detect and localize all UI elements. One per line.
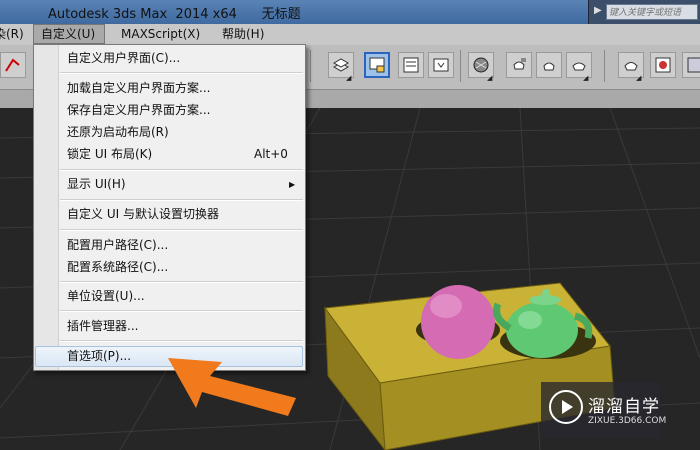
menu-item-revert-startup-layout[interactable]: 还原为启动布局(R) (67, 122, 169, 142)
menu-bar (0, 24, 700, 46)
menu-icon-gutter (34, 45, 59, 370)
search-expand-icon[interactable]: ▶ (594, 5, 602, 16)
submenu-arrow-icon: ▶ (289, 180, 296, 189)
window-title: Autodesk 3ds Max 2014 x64 无标题 (48, 7, 301, 22)
menu-help[interactable]: 帮助(H) (222, 25, 264, 44)
menu-item-configure-user-paths[interactable]: 配置用户路径(C)... (67, 235, 168, 255)
watermark-url: ZIXUE.3D66.COM (588, 416, 667, 426)
menu-item-lock-ui-layout[interactable]: 锁定 UI 布局(K) (67, 144, 152, 164)
menu-separator (60, 169, 303, 171)
layer-manager-icon[interactable] (398, 52, 424, 78)
menu-separator (60, 310, 303, 312)
menu-item-ui-defaults-switcher[interactable]: 自定义 UI 与默认设置切换器 (67, 204, 219, 224)
toolbar-separator (460, 50, 461, 82)
render-window-icon[interactable] (650, 52, 676, 78)
menu-separator (60, 199, 303, 201)
snap-icon[interactable] (0, 52, 26, 78)
search-input[interactable] (606, 4, 698, 20)
shortcut-lock-ui: Alt+0 (254, 147, 288, 161)
menu-item-preferences[interactable]: 首选项(P)... (67, 346, 131, 366)
scene-explorer-icon[interactable] (364, 52, 390, 78)
menu-item-load-ui-scheme[interactable]: 加载自定义用户界面方案... (67, 78, 210, 98)
render-online-icon[interactable] (682, 52, 700, 78)
menu-item-units-setup[interactable]: 单位设置(U)... (67, 286, 145, 306)
watermark-logo-icon (549, 390, 583, 424)
dropdown-arrow-icon: ◢ (636, 74, 642, 82)
menu-item-plugin-manager[interactable]: 插件管理器... (67, 316, 138, 336)
toolbar-separator (310, 50, 311, 82)
dropdown-arrow-icon: ◢ (346, 74, 352, 82)
dropdown-arrow-icon: ◢ (583, 74, 589, 82)
render-setup-icon[interactable] (506, 52, 532, 78)
menu-item-save-ui-scheme[interactable]: 保存自定义用户界面方案... (67, 100, 210, 120)
orange-arrow-icon (168, 358, 296, 416)
dropdown-arrow-icon: ◢ (487, 74, 493, 82)
watermark-title: 溜溜自学 (588, 397, 660, 417)
menu-separator (60, 72, 303, 74)
pink-sphere (421, 285, 495, 359)
menu-item-show-ui[interactable]: 显示 UI(H) (67, 174, 126, 194)
menu-maxscript[interactable]: MAXScript(X) (121, 25, 200, 44)
toolbar-separator (604, 50, 605, 82)
rendered-frame-icon[interactable] (536, 52, 562, 78)
menu-item-customize-ui[interactable]: 自定义用户界面(C)... (67, 48, 180, 68)
ribbon-toggle-icon[interactable] (428, 52, 454, 78)
menu-separator (60, 229, 303, 231)
menu-item-configure-system-paths[interactable]: 配置系统路径(C)... (67, 257, 168, 277)
menu-separator (60, 281, 303, 283)
menu-customize[interactable]: 自定义(U) (41, 25, 95, 44)
menu-render-partial[interactable]: 染(R) (0, 25, 24, 44)
